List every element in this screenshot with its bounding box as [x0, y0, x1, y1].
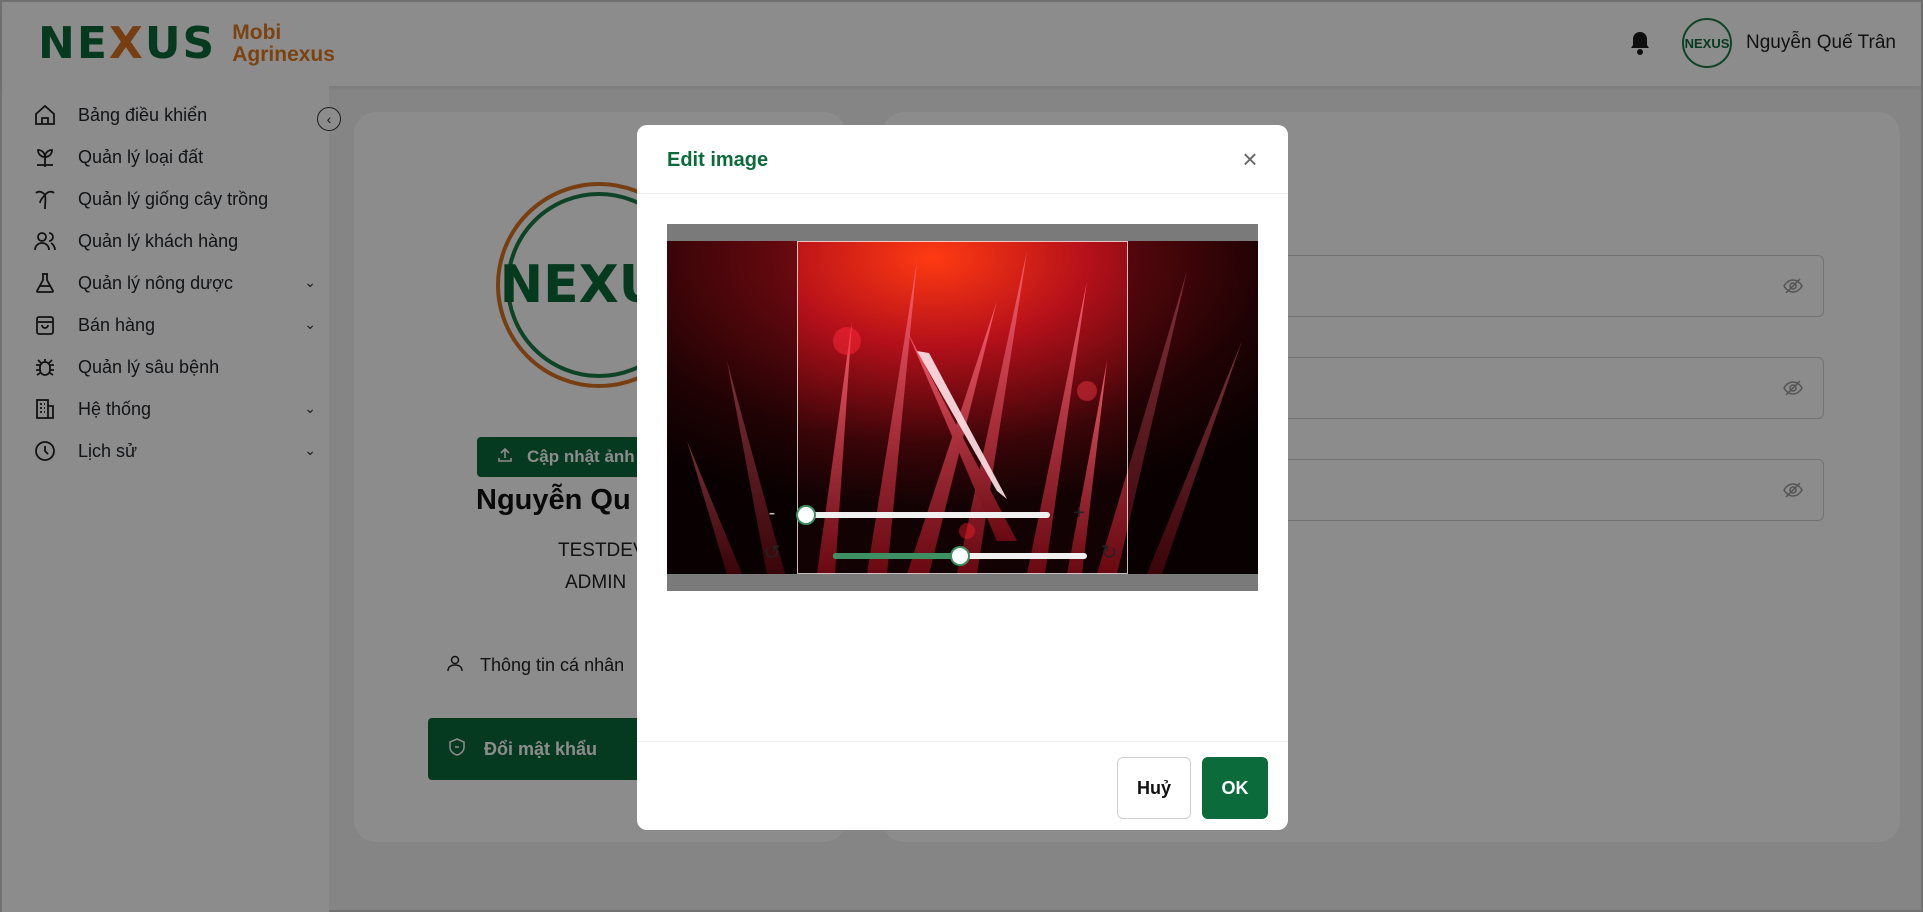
ok-button[interactable]: OK [1202, 757, 1268, 819]
cancel-button[interactable]: Huỷ [1117, 757, 1191, 819]
modal-title: Edit image [667, 149, 769, 171]
crop-area[interactable] [667, 224, 1258, 591]
rotate-slider-handle[interactable] [950, 546, 970, 566]
modal-footer-divider [637, 741, 1288, 742]
zoom-in-button[interactable]: + [1067, 501, 1091, 525]
crop-mask-right [1128, 241, 1258, 574]
rotate-slider-fill [833, 553, 960, 559]
zoom-out-button[interactable]: - [760, 501, 784, 525]
rotate-slider[interactable] [833, 546, 1087, 566]
close-icon[interactable]: × [1236, 145, 1264, 173]
zoom-slider-handle[interactable] [796, 505, 816, 525]
rotate-left-icon[interactable]: ↺ [760, 541, 784, 565]
zoom-slider[interactable] [796, 505, 1050, 525]
modal-header-divider [637, 193, 1288, 194]
rotate-right-icon[interactable]: ↻ [1097, 541, 1121, 565]
edit-image-modal: Edit image × - + ↺ ↻ Huỷ OK [637, 125, 1288, 830]
